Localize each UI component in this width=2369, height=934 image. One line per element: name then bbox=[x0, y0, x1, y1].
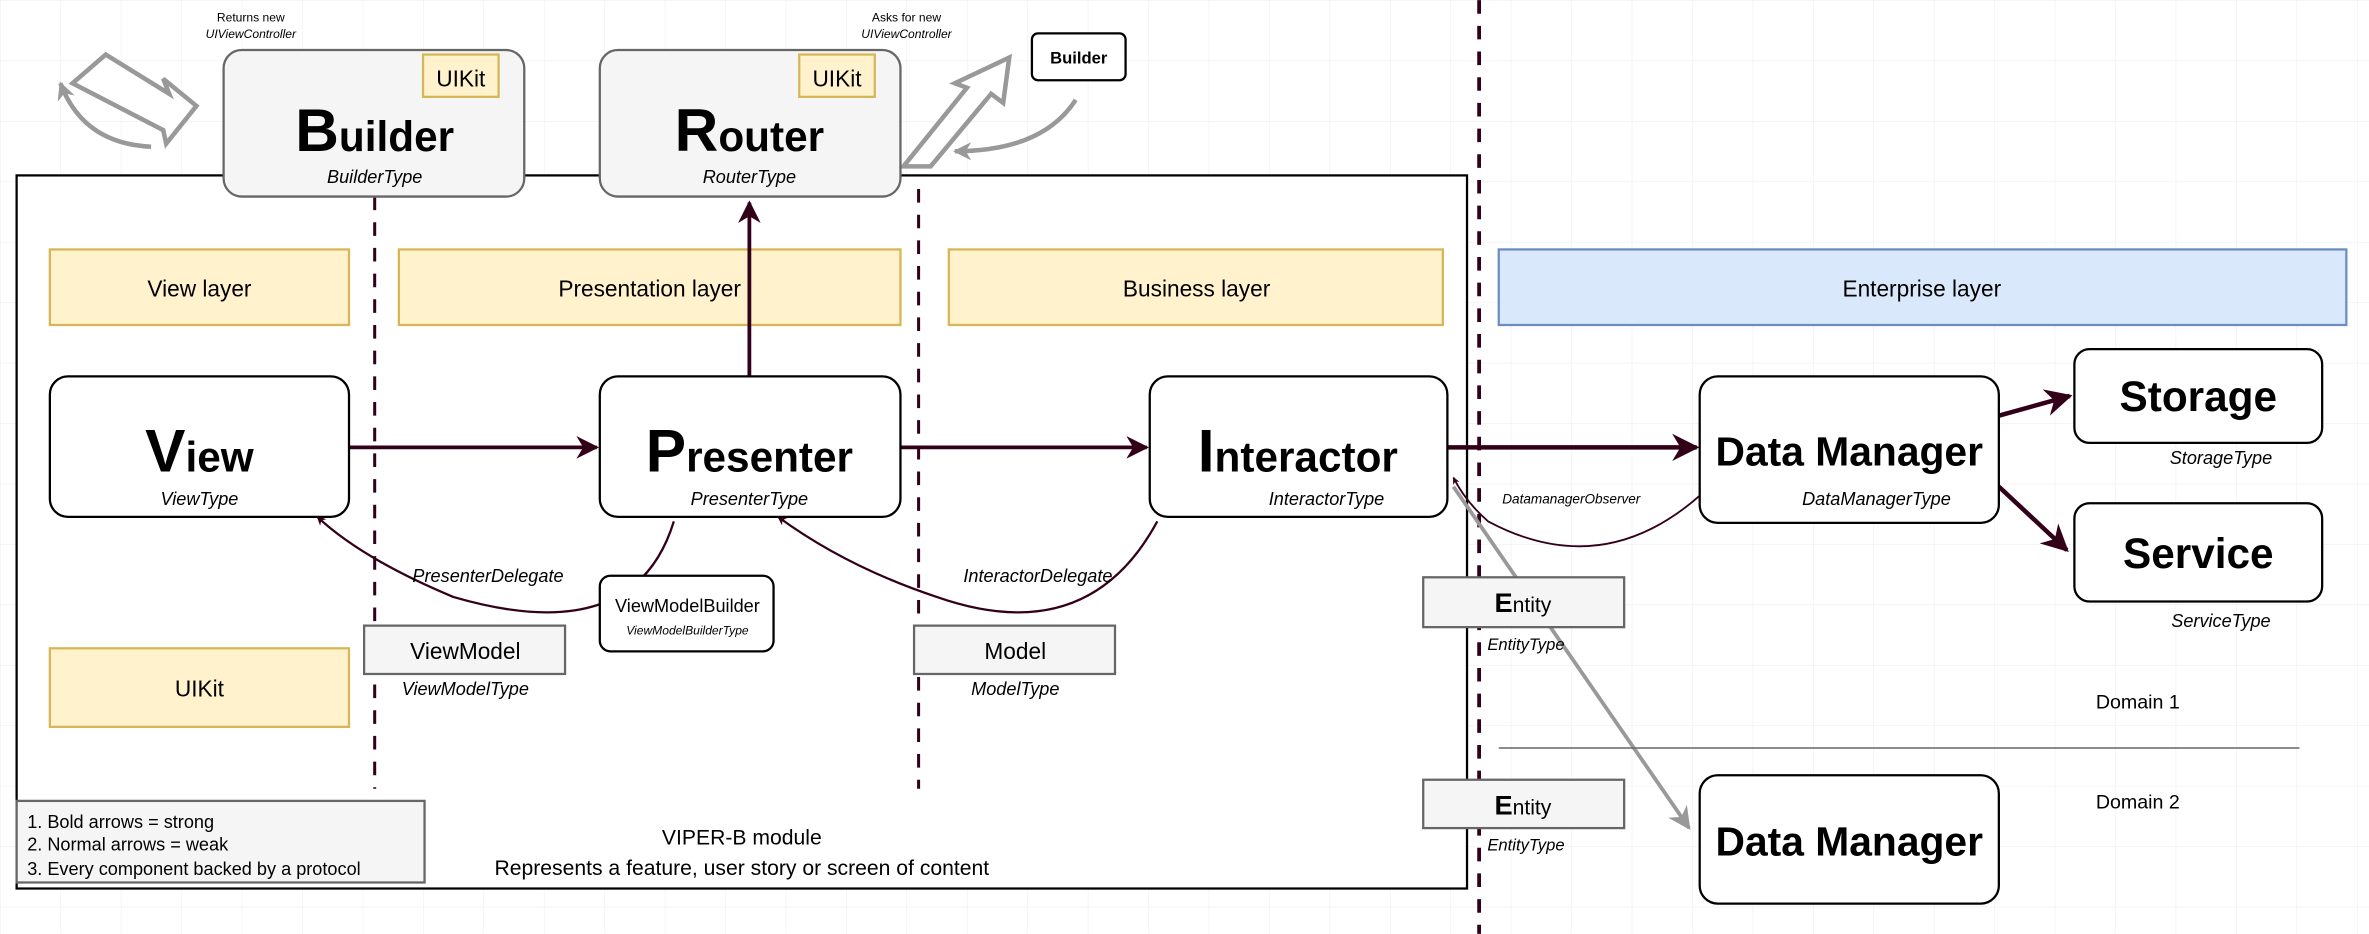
datamanager-observer-label: DatamanagerObserver bbox=[1502, 491, 1641, 506]
model-type: ModelType bbox=[971, 679, 1059, 699]
storage-type: StorageType bbox=[2170, 448, 2272, 468]
view-model-builder-type: ViewModelBuilderType bbox=[626, 624, 749, 638]
view-model-type: ViewModelType bbox=[402, 679, 529, 699]
uikit-block: UIKit bbox=[48, 647, 351, 728]
presentation-layer-band: Presentation layer bbox=[397, 248, 902, 327]
view-type: ViewType bbox=[160, 489, 238, 509]
legend-item: 3. Every component backed by a protocol bbox=[27, 859, 360, 879]
legend-box: 1. Bold arrows = strong 2. Normal arrows… bbox=[15, 799, 426, 884]
domain-2-label: Domain 2 bbox=[2096, 791, 2180, 813]
enterprise-layer-label: Enterprise layer bbox=[1842, 275, 2001, 301]
uikit-badge-label: UIKit bbox=[436, 65, 486, 91]
module-subtitle: Represents a feature, user story or scre… bbox=[494, 857, 989, 880]
legend-item: 2. Normal arrows = weak bbox=[27, 835, 229, 855]
service-type: ServiceType bbox=[2171, 611, 2270, 631]
legend-item: 1. Bold arrows = strong bbox=[27, 812, 214, 832]
external-builder-box[interactable]: Builder bbox=[1030, 32, 1127, 82]
presenter-type: PresenterType bbox=[691, 489, 809, 509]
interactor-component[interactable]: Interactor InteractorType bbox=[1148, 375, 1449, 518]
service-title: Service bbox=[2123, 530, 2274, 577]
view-model-builder-component[interactable]: ViewModelBuilder ViewModelBuilderType bbox=[598, 574, 775, 653]
asks-note-line2: UIViewController bbox=[861, 27, 952, 41]
module-title: VIPER-B module bbox=[662, 827, 822, 850]
presentation-layer-label: Presentation layer bbox=[558, 275, 741, 301]
asks-note-line1: Asks for new bbox=[872, 10, 941, 24]
domain2-data-manager-component[interactable]: Data Manager bbox=[1698, 774, 2000, 905]
view-component[interactable]: View ViewType bbox=[48, 375, 351, 518]
view-model-builder-label: ViewModelBuilder bbox=[615, 596, 760, 616]
interactor-type: InteractorType bbox=[1269, 489, 1385, 509]
returns-note-line1: Returns new bbox=[217, 10, 285, 24]
viper-b-diagram: Returns new UIViewController Asks for ne… bbox=[0, 0, 2369, 934]
view-layer-band: View layer bbox=[48, 248, 351, 327]
external-builder-label: Builder bbox=[1050, 49, 1108, 68]
interactor-delegate-label: InteractorDelegate bbox=[963, 566, 1112, 586]
data-manager-component[interactable]: Data Manager DataManagerType bbox=[1698, 375, 2000, 525]
enterprise-layer-band: Enterprise layer bbox=[1497, 248, 2348, 327]
storage-title: Storage bbox=[2120, 373, 2277, 420]
entity-type: EntityType bbox=[1487, 836, 1564, 855]
entity-type: EntityType bbox=[1487, 635, 1564, 654]
model-label: Model bbox=[984, 638, 1046, 664]
view-model-label: ViewModel bbox=[410, 638, 520, 664]
router-component[interactable]: UIKit Router RouterType bbox=[598, 48, 902, 198]
business-layer-band: Business layer bbox=[947, 248, 1444, 327]
builder-type: BuilderType bbox=[327, 167, 422, 187]
domain-1-label: Domain 1 bbox=[2096, 692, 2180, 714]
uikit-badge-label: UIKit bbox=[812, 65, 862, 91]
uikit-block-label: UIKit bbox=[175, 676, 225, 702]
business-layer-label: Business layer bbox=[1123, 275, 1271, 301]
view-layer-label: View layer bbox=[147, 275, 252, 301]
router-type: RouterType bbox=[703, 167, 796, 187]
builder-component[interactable]: UIKit Builder BuilderType bbox=[222, 48, 526, 198]
data-manager-title: Data Manager bbox=[1716, 818, 1984, 864]
presenter-delegate-label: PresenterDelegate bbox=[412, 566, 563, 586]
returns-note-line2: UIViewController bbox=[206, 27, 297, 41]
presenter-component[interactable]: Presenter PresenterType bbox=[598, 375, 902, 518]
data-manager-title: Data Manager bbox=[1716, 428, 1984, 474]
data-manager-type: DataManagerType bbox=[1802, 489, 1951, 509]
